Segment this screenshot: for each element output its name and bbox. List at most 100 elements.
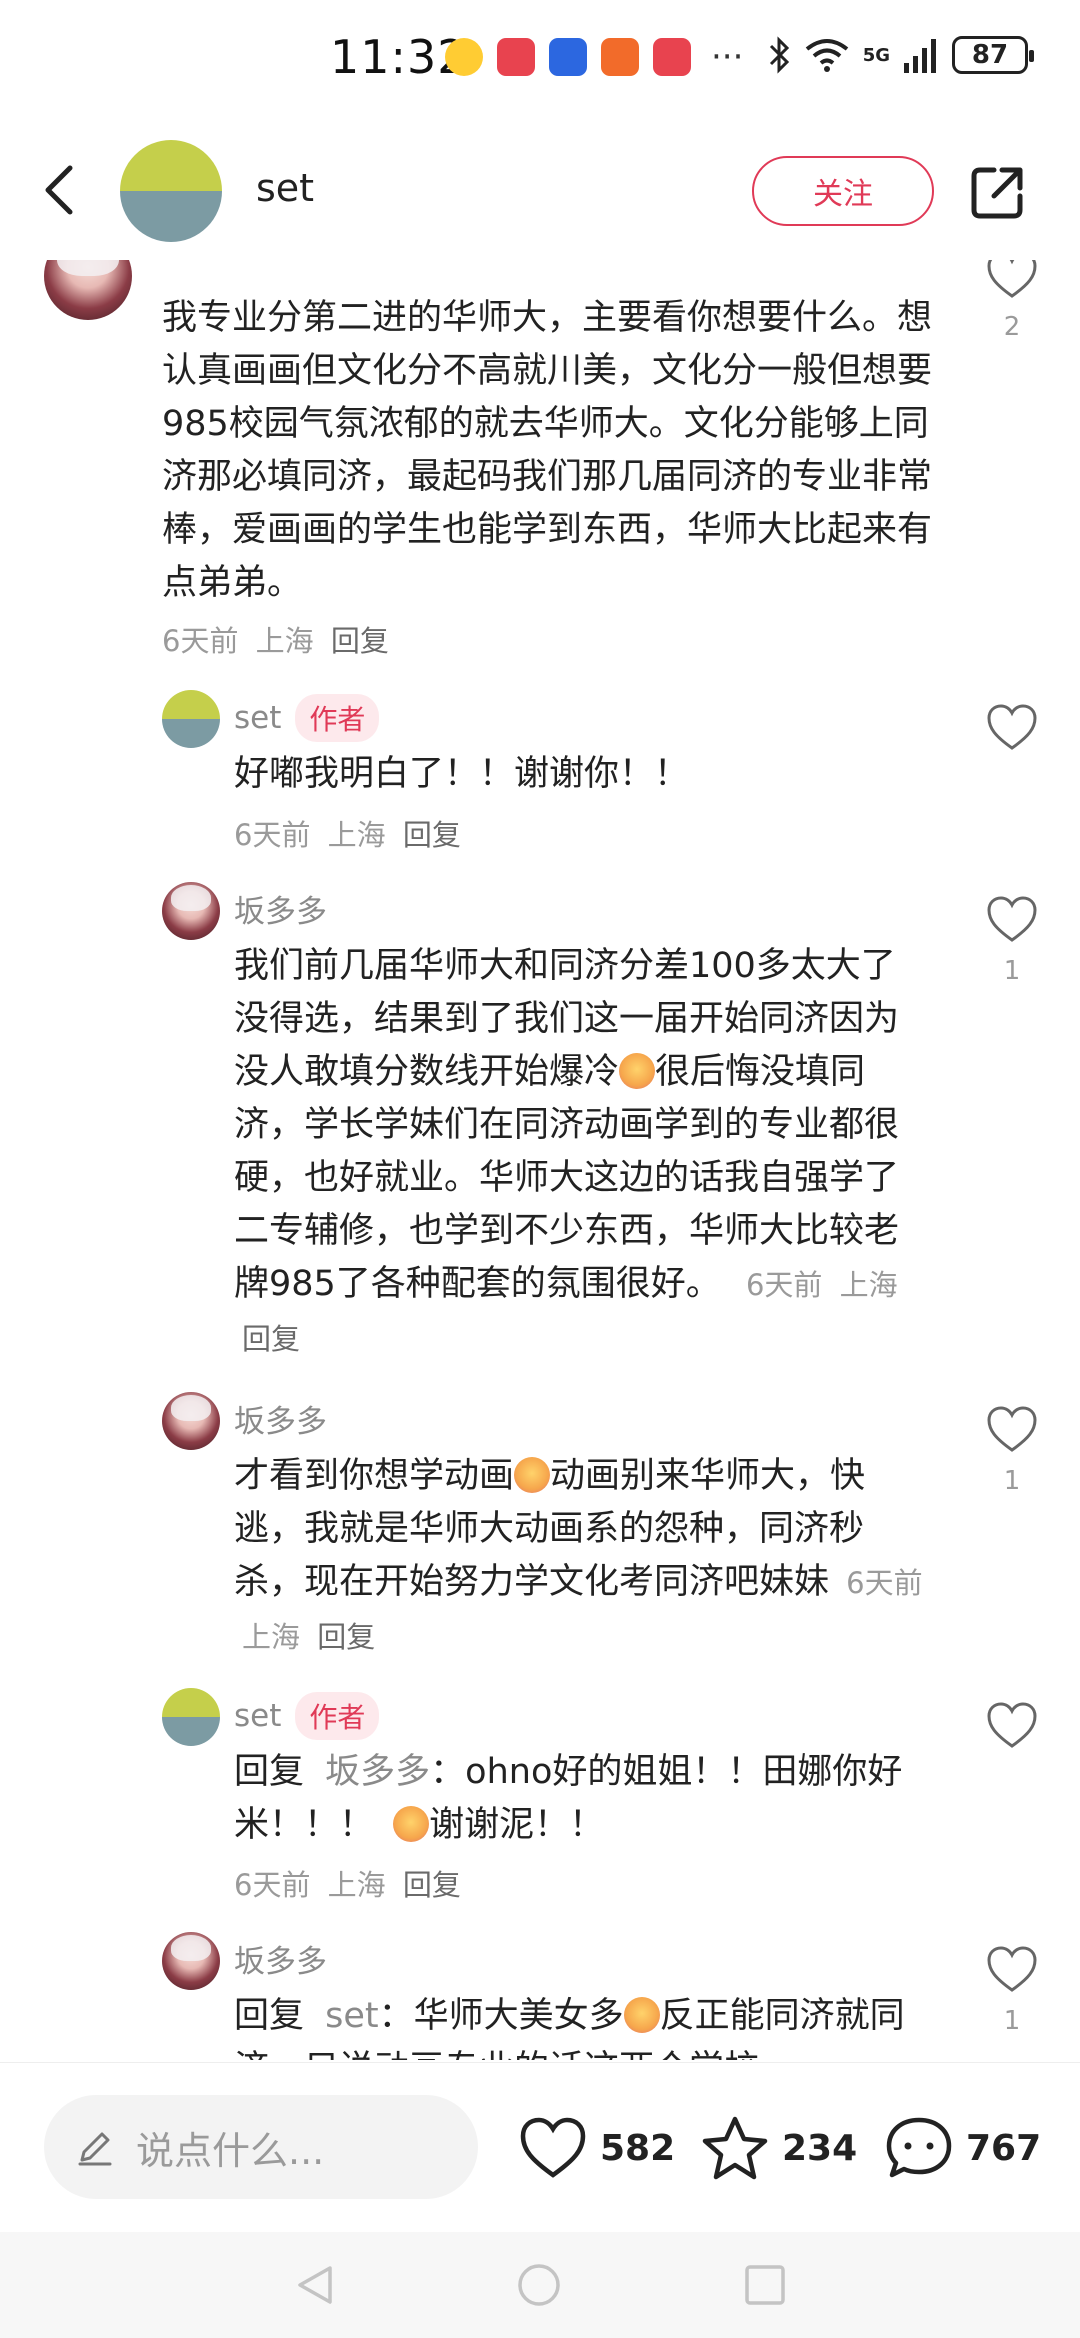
like-button[interactable]: 1 <box>982 1944 1042 2036</box>
network-type: 5G <box>862 44 890 66</box>
reply-link[interactable]: 回复 <box>403 1868 461 1902</box>
comment-text: 我们前几届华师大和同济分差100多太大了没得选，结果到了我们这一届开始同济因为没… <box>234 940 914 1366</box>
pencil-icon <box>78 2132 112 2166</box>
like-button[interactable]: 2 <box>982 260 1042 342</box>
author-badge: 作者 <box>295 694 380 742</box>
commenter-avatar[interactable] <box>162 690 220 748</box>
notification-icons: ··· <box>445 38 743 76</box>
comment-list: 2 我专业分第二进的华师大，主要看你想要什么。想认真画画但文化分不高就川美，文化… <box>0 260 1080 2060</box>
laughing-emoji-icon <box>393 1806 430 1842</box>
comment-text: 才看到你想学动画 动画别来华师大，快逃，我就是华师大动画系的怨种，同济秒杀，现在开… <box>234 1450 924 1664</box>
nav-home-icon[interactable] <box>516 2262 562 2308</box>
crying-emoji-icon <box>514 1457 551 1493</box>
huawei-app-icon <box>497 38 535 76</box>
author-avatar[interactable] <box>120 140 222 242</box>
heart-icon <box>987 1702 1037 1748</box>
battery-indicator: 87 <box>952 36 1034 74</box>
comment-time: 6天前 <box>745 1268 823 1302</box>
comment-author[interactable]: 坂多多 <box>234 1396 327 1441</box>
nav-recents-icon[interactable] <box>742 2262 788 2308</box>
commenter-avatar[interactable] <box>162 1688 220 1746</box>
star-icon <box>702 2116 768 2180</box>
reply-prefix: 回复 <box>234 1996 305 2036</box>
like-count: 2 <box>1003 312 1021 342</box>
comment-location: 上海 <box>327 818 386 852</box>
post-header: set 关注 <box>0 120 1080 260</box>
commenter-avatar[interactable] <box>162 1392 220 1450</box>
signal-icon <box>904 39 936 73</box>
comment-text-part: 才看到你想学动画 <box>234 1456 515 1496</box>
system-navigation-bar <box>0 2232 1080 2338</box>
comment-author[interactable]: 坂多多 <box>234 1936 327 1981</box>
author-name: 坂多多 <box>234 894 327 930</box>
shield-app-icon <box>549 38 587 76</box>
comment-text: 我专业分第二进的华师大，主要看你想要什么。想认真画画但文化分不高就川美，文化分一… <box>162 298 933 603</box>
comment-location: 上海 <box>839 1268 898 1302</box>
reply-to-name[interactable]: 坂多多 <box>325 1752 430 1792</box>
comment-text: 回复 坂多多：ohno好的姐姐！！田娜你好米！！！ 谢谢泥！！ <box>234 1746 914 1852</box>
like-button[interactable] <box>982 702 1042 756</box>
author-badge: 作者 <box>295 1692 380 1740</box>
comment-post-button[interactable]: 767 <box>884 2115 1041 2181</box>
smiling-emoji-icon <box>623 1997 660 2033</box>
like-button[interactable] <box>982 1700 1042 1754</box>
commenter-avatar[interactable] <box>162 882 220 940</box>
comment-total: 767 <box>966 2127 1042 2169</box>
like-count: 1 <box>1003 2006 1021 2036</box>
comment-meta: 6天前 上海 回复 <box>234 812 461 854</box>
comment-author[interactable]: set 作者 <box>234 694 380 742</box>
comment-time: 6天前 <box>846 1566 923 1600</box>
comment-time: 6天前 <box>162 624 239 658</box>
follow-button[interactable]: 关注 <box>752 156 934 226</box>
like-count: 1 <box>1003 956 1021 986</box>
share-icon[interactable] <box>968 164 1026 222</box>
nav-back-icon[interactable] <box>292 2262 338 2308</box>
commenter-avatar[interactable] <box>162 1932 220 1990</box>
collect-post-button[interactable]: 234 <box>700 2115 857 2181</box>
input-placeholder: 说点什么... <box>136 2128 325 2173</box>
heart-icon <box>987 896 1037 942</box>
reply-link[interactable]: 回复 <box>403 818 461 852</box>
reply-link[interactable]: 回复 <box>331 624 389 658</box>
comment-text-part: 谢谢泥！！ <box>429 1805 605 1845</box>
reply-link[interactable]: 回复 <box>317 1620 375 1654</box>
comment-input[interactable]: 说点什么... <box>44 2095 478 2199</box>
comment-time: 6天前 <box>234 1868 311 1902</box>
comment-author[interactable]: set 作者 <box>234 1692 380 1740</box>
bottom-action-bar: 说点什么... 582 234 767 <box>0 2062 1080 2232</box>
reply-prefix: 回复 <box>234 1752 305 1792</box>
comment-text-part: ：华师大美女多 <box>378 1996 624 2036</box>
author-name: 坂多多 <box>234 1404 327 1440</box>
like-post-button[interactable]: 582 <box>518 2115 675 2181</box>
author-name: 坂多多 <box>234 1944 327 1980</box>
wifi-icon <box>805 39 848 72</box>
taobao-icon <box>601 38 639 76</box>
heart-icon <box>987 704 1037 750</box>
comment-meta: 6天前 上海 回复 <box>234 1862 461 1904</box>
like-total: 582 <box>600 2127 676 2169</box>
heart-icon <box>520 2117 586 2178</box>
comment-location: 上海 <box>255 624 314 658</box>
comment-author[interactable]: 坂多多 <box>234 886 327 931</box>
author-name[interactable]: set <box>256 166 314 210</box>
reply-link[interactable]: 回复 <box>242 1322 300 1356</box>
chat-bubble-icon <box>886 2117 952 2178</box>
author-name: set <box>234 1698 282 1734</box>
more-notifications-icon: ··· <box>711 37 744 77</box>
bluetooth-icon <box>769 36 789 74</box>
reply-to-name[interactable]: set <box>325 1996 379 2036</box>
weibo-icon <box>445 38 483 76</box>
like-button[interactable]: 1 <box>982 1404 1042 1496</box>
comment-meta: 6天前 上海 回复 <box>162 618 389 660</box>
comment-text: 回复 set：华师大美女多反正能同济就同济，只说动画专业的话这两个学校 <box>234 1990 914 2060</box>
comment-location: 上海 <box>242 1620 301 1654</box>
comment-text: 好嘟我明白了！！谢谢你！！ <box>234 754 690 794</box>
system-icons: 5G 87 <box>767 36 1034 74</box>
commenter-avatar[interactable] <box>44 260 132 320</box>
heart-icon <box>987 260 1037 298</box>
back-icon[interactable] <box>36 160 86 220</box>
heart-icon <box>987 1946 1037 1992</box>
author-name: set <box>234 700 282 736</box>
like-button[interactable]: 1 <box>982 894 1042 986</box>
battery-level: 87 <box>971 40 1009 70</box>
